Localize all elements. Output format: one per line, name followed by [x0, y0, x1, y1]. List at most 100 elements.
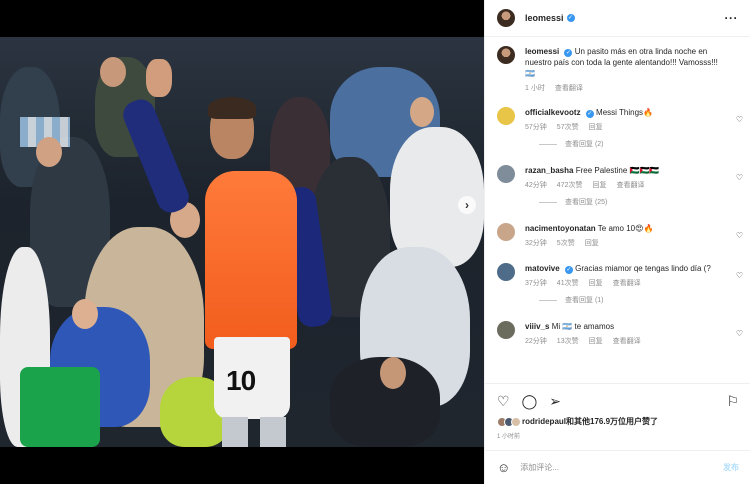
comment-body: nacimentoyonatan Te amo 10😍🔥 32分钟 5次赞 回复 [525, 223, 739, 248]
translate-link[interactable]: 查看翻译 [613, 336, 641, 346]
crowd-face [410, 97, 434, 127]
comment-body: viiiv_s Mi 🇦🇷 te amamos 22分钟 13次赞 回复 查看翻… [525, 321, 739, 346]
commenter-avatar[interactable] [497, 107, 515, 125]
post-header: leomessi ✓ ··· [485, 0, 750, 37]
comment-likes[interactable]: 41次赞 [557, 278, 579, 288]
comment-item: razan_basha Free Palestine 🇵🇸🇵🇸🇵🇸 42分钟 4… [497, 165, 743, 190]
post-time: 1 小时前 [497, 434, 521, 440]
view-replies[interactable]: 查看回复 (25) [539, 197, 739, 207]
verified-badge-icon: ✓ [564, 266, 573, 274]
view-replies[interactable]: 查看回复 (2) [539, 139, 739, 149]
reply-link[interactable]: 回复 [585, 238, 599, 248]
comment-text: Mi 🇦🇷 te amamos [551, 322, 615, 331]
translate-link[interactable]: 查看翻译 [555, 83, 583, 93]
author-avatar[interactable] [497, 9, 515, 27]
verified-badge-icon: ✓ [566, 14, 575, 22]
comment-heart-icon[interactable]: ♡ [736, 231, 743, 240]
green-chair [20, 367, 100, 447]
caption: leomessi ✓ Un pasito más en otra linda n… [497, 46, 739, 93]
author-username[interactable]: leomessi [525, 13, 564, 23]
comment-time: 32分钟 [525, 240, 547, 247]
more-options-icon[interactable]: ··· [725, 11, 739, 25]
comment-likes[interactable]: 57次赞 [557, 122, 579, 132]
comment-meta: 22分钟 13次赞 回复 查看翻译 [525, 336, 725, 346]
comment-text-line: viiiv_s Mi 🇦🇷 te amamos [525, 321, 725, 332]
comment-username[interactable]: officialkevootz [525, 108, 581, 117]
comment-body: razan_basha Free Palestine 🇵🇸🇵🇸🇵🇸 42分钟 4… [525, 165, 739, 190]
comment-text: Gracias miamor qe tengas lindo día (? [575, 264, 711, 273]
comment-time: 37分钟 [525, 280, 547, 287]
comment-likes[interactable]: 13次赞 [557, 336, 579, 346]
post-side-panel: leomessi ✓ ··· leomessi ✓ Un pasito más … [484, 0, 750, 484]
bookmark-icon[interactable]: ⚐ [726, 394, 739, 408]
crowd-face [100, 57, 126, 87]
comment-item: matovive ✓ Gracias miamor qe tengas lind… [497, 263, 743, 288]
comment-body: officialkevootz ✓ Messi Things🔥 57分钟 57次… [525, 107, 739, 132]
replies-dash [539, 201, 557, 203]
caption-body: leomessi ✓ Un pasito más en otra linda n… [525, 46, 739, 93]
reply-link[interactable]: 回复 [592, 180, 606, 190]
post-photo[interactable]: 10 [0, 37, 484, 447]
view-replies-label: 查看回复 (25) [565, 199, 608, 206]
crowd-face [380, 357, 406, 389]
commenter-avatar[interactable] [497, 165, 515, 183]
likes-text: rodridepaul和其他176.9万位用户赞了 [522, 417, 659, 426]
comment-meta: 57分钟 57次赞 回复 [525, 122, 725, 132]
comment-time: 42分钟 [525, 182, 547, 189]
reply-link[interactable]: 回复 [589, 278, 603, 288]
comment-input[interactable] [520, 463, 723, 472]
verified-badge-icon: ✓ [564, 49, 573, 57]
view-replies-label: 查看回复 (2) [565, 141, 604, 148]
reply-link[interactable]: 回复 [589, 122, 603, 132]
comment-username[interactable]: razan_basha [525, 166, 573, 175]
comment-likes[interactable]: 472次赞 [557, 180, 583, 190]
liker-avatar [511, 416, 521, 427]
instagram-post: 10 › leomessi ✓ ··· leomessi ✓ Un pasito… [0, 0, 750, 484]
view-replies[interactable]: 查看回复 (1) [539, 295, 739, 305]
commenter-avatar[interactable] [497, 321, 515, 339]
player-hair [208, 97, 256, 119]
player-waving-hand [146, 59, 172, 97]
comment-body: matovive ✓ Gracias miamor qe tengas lind… [525, 263, 739, 288]
crowd-face [36, 137, 62, 167]
comment-text-line: officialkevootz ✓ Messi Things🔥 [525, 107, 725, 118]
chevron-right-icon: › [465, 198, 469, 212]
author-avatar[interactable] [497, 46, 515, 64]
emoji-icon[interactable]: ☺ [497, 460, 510, 475]
comment-text-line: matovive ✓ Gracias miamor qe tengas lind… [525, 263, 725, 274]
comment-heart-icon[interactable]: ♡ [736, 271, 743, 280]
post-comment-button[interactable]: 发布 [723, 462, 739, 473]
likes-summary[interactable]: rodridepaul和其他176.9万位用户赞了 [497, 416, 739, 427]
comment-item: nacimentoyonatan Te amo 10😍🔥 32分钟 5次赞 回复… [497, 223, 743, 248]
comment-icon[interactable]: ◯ [522, 394, 538, 408]
shorts-number: 10 [226, 365, 256, 396]
action-icons: ♡ ◯ ➢ ⚐ [497, 392, 739, 410]
comment-heart-icon[interactable]: ♡ [736, 173, 743, 182]
comment-heart-icon[interactable]: ♡ [736, 329, 743, 338]
caption-text-line: leomessi ✓ Un pasito más en otra linda n… [525, 46, 725, 79]
comment-text-line: nacimentoyonatan Te amo 10😍🔥 [525, 223, 725, 234]
replies-dash [539, 143, 557, 145]
like-heart-icon[interactable]: ♡ [497, 394, 510, 408]
view-replies-label: 查看回复 (1) [565, 297, 604, 304]
post-actions: ♡ ◯ ➢ ⚐ rodridepaul和其他176.9万位用户赞了 1 小时前 [485, 383, 750, 440]
comment-text: Messi Things🔥 [596, 108, 653, 117]
commenter-avatar[interactable] [497, 223, 515, 241]
comment-username[interactable]: nacimentoyonatan [525, 224, 596, 233]
commenter-avatar[interactable] [497, 263, 515, 281]
reply-link[interactable]: 回复 [589, 336, 603, 346]
comment-username[interactable]: matovive [525, 264, 560, 273]
comment-time: 57分钟 [525, 124, 547, 131]
caption-meta: 1 小时 查看翻译 [525, 83, 725, 93]
comment-text: Free Palestine 🇵🇸🇵🇸🇵🇸 [575, 166, 660, 175]
translate-link[interactable]: 查看翻译 [613, 278, 641, 288]
share-icon[interactable]: ➢ [549, 394, 561, 408]
comment-heart-icon[interactable]: ♡ [736, 115, 743, 124]
carousel-next-button[interactable]: › [458, 196, 476, 214]
comment-username[interactable]: viiiv_s [525, 322, 549, 331]
crowd-face [72, 299, 98, 329]
comment-time: 22分钟 [525, 338, 547, 345]
caption-username[interactable]: leomessi [525, 47, 559, 56]
translate-link[interactable]: 查看翻译 [616, 180, 644, 190]
comment-likes[interactable]: 5次赞 [557, 238, 575, 248]
